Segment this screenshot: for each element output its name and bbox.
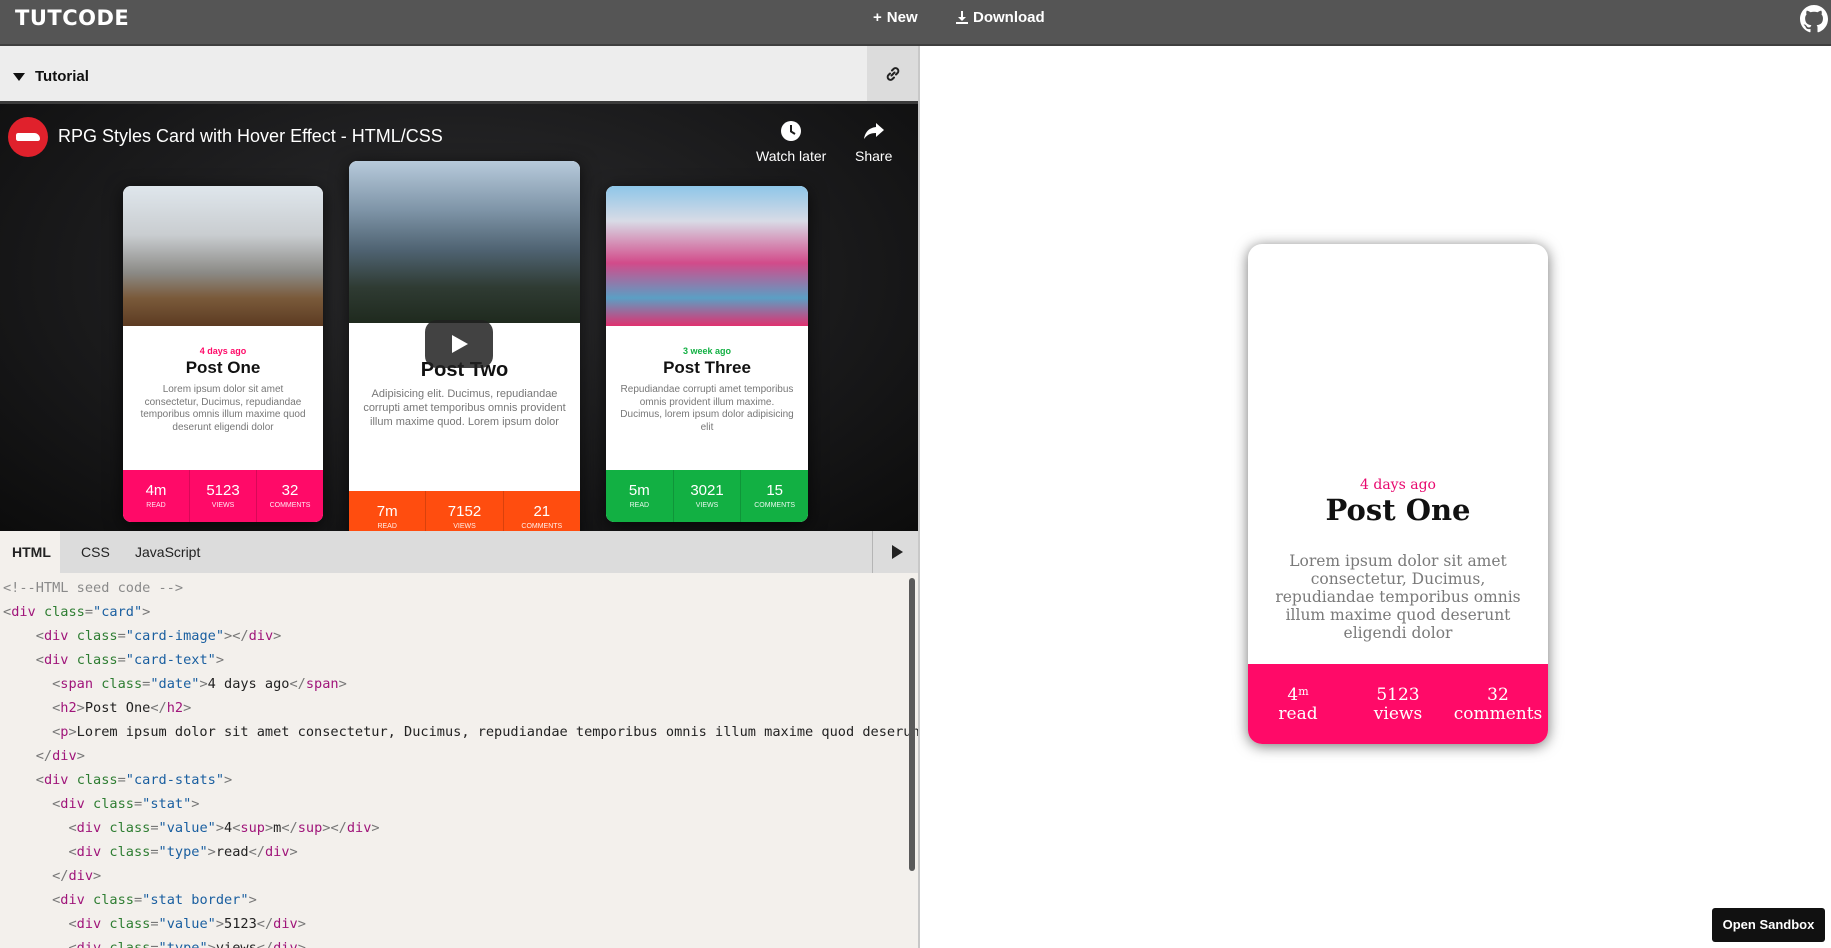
stat: 5123 Views	[189, 470, 256, 522]
video-embed[interactable]: RPG Styles Card with Hover Effect - HTML…	[0, 104, 918, 531]
tab-css[interactable]: CSS	[69, 531, 122, 573]
card-text: Adipisicing elit. Ducimus, repudiandae c…	[363, 388, 566, 428]
tutorial-label: Tutorial	[35, 68, 89, 85]
download-button-label: Download	[973, 9, 1045, 26]
editor-tabs: HTML CSS JavaScript	[0, 531, 918, 573]
stat: 32 Comments	[256, 470, 323, 522]
plus-icon: +	[873, 9, 882, 26]
code-line: <!--HTML seed code -->	[3, 580, 184, 596]
stat-value: 32	[1487, 685, 1509, 705]
stat: 4m Read	[145, 482, 167, 509]
stat-value: 5123	[1376, 685, 1420, 705]
stat-read: 4m read	[1248, 664, 1348, 744]
card-text: Lorem ipsum dolor sit amet consectetur, …	[140, 384, 306, 433]
card-title: Post One	[185, 358, 261, 377]
card-stats: 4m Read 5123 Views 32 Comments	[123, 470, 323, 522]
editor-scrollbar[interactable]	[909, 578, 915, 871]
download-icon	[956, 11, 968, 24]
new-button[interactable]: + New	[873, 9, 918, 26]
card-date: 4 days ago	[199, 346, 247, 356]
card-stats: 4m read 5123 views 32 comments	[1248, 664, 1548, 744]
code-line: <div class="stat border">	[52, 892, 257, 908]
stat: 5m Read	[628, 482, 650, 509]
preview-pane: 4 days ago Post One Lorem ipsum dolor si…	[918, 46, 1831, 948]
card-title: Post Three	[663, 358, 751, 377]
stat-value: 4m	[1287, 685, 1309, 705]
code-line: <div class="card-image"></div>	[35, 628, 282, 644]
stat-type: views	[1373, 704, 1423, 724]
download-button[interactable]: Download	[956, 9, 1045, 26]
stat: 21 Comments	[502, 491, 580, 531]
code-line: <div class="value">4<sup>m</sup></div>	[68, 820, 380, 836]
stat-comments: 32 comments	[1448, 664, 1548, 744]
caret-down-icon	[13, 72, 25, 81]
share-label: Share	[855, 148, 893, 164]
code-line: <p>Lorem ipsum dolor sit amet consectetu…	[52, 724, 918, 740]
skyscraper-image	[349, 161, 580, 323]
card-date: 3 week ago	[682, 346, 732, 356]
code-line: <div class="card-stats">	[35, 772, 233, 788]
code-line: <span class="date">4 days ago</span>	[52, 676, 347, 692]
card-date: 4 days ago	[1360, 477, 1436, 493]
preview-card[interactable]: 4 days ago Post One Lorem ipsum dolor si…	[1248, 244, 1548, 744]
code-line: <div class="card">	[3, 604, 151, 620]
top-bar: TUTCODE + New Download	[0, 0, 1831, 46]
share-button[interactable]: Share	[855, 120, 892, 164]
open-sandbox-button[interactable]: Open Sandbox	[1712, 908, 1825, 942]
share-icon	[863, 123, 884, 139]
code-line: <div class="type">read</div>	[68, 844, 298, 860]
video-title[interactable]: RPG Styles Card with Hover Effect - HTML…	[58, 126, 443, 147]
stat: 7152 Views	[425, 491, 502, 531]
stat: 7m Read	[376, 503, 398, 530]
card-title: Post One	[1325, 493, 1471, 527]
code-line: <div class="value">5123</div>	[68, 916, 306, 932]
city-image	[123, 186, 323, 326]
stat: 3021 Views	[672, 470, 741, 522]
clock-icon	[781, 121, 802, 141]
tutorial-toggle[interactable]: Tutorial	[13, 68, 89, 85]
card-text: Repudiandae corrupti amet temporibus omn…	[620, 384, 794, 433]
code-editor[interactable]: <!--HTML seed code --> <div class="card"…	[0, 573, 918, 948]
left-pane: Tutorial RPG Styles Card with Hover Effe…	[0, 46, 918, 948]
watch-later-label: Watch later	[756, 148, 827, 164]
street-image	[606, 186, 808, 326]
code-line: <div class="type">views</div>	[68, 940, 306, 948]
card-stats: 7m Read 7152 Views 21 Comments	[349, 491, 580, 531]
brand-logo[interactable]: TUTCODE	[15, 6, 129, 30]
tab-html[interactable]: HTML	[0, 531, 60, 573]
tab-javascript[interactable]: JavaScript	[123, 531, 212, 573]
code-line: <div class="card-text">	[35, 652, 225, 668]
new-button-label: New	[886, 9, 918, 26]
code-line: </div>	[35, 748, 85, 764]
run-button[interactable]	[872, 531, 918, 573]
video-card-three: 3 week ago Post Three Repudiandae corrup…	[606, 186, 808, 522]
stat: 15 Comments	[740, 470, 808, 522]
code-line: <div class="stat">	[52, 796, 200, 812]
stat-type: comments	[1453, 704, 1543, 724]
play-video-button[interactable]	[425, 320, 493, 368]
code-line: </div>	[52, 868, 102, 884]
link-icon	[886, 66, 899, 81]
github-icon[interactable]	[1800, 5, 1828, 33]
watch-later-button[interactable]: Watch later	[756, 120, 826, 164]
link-button[interactable]	[867, 46, 918, 101]
channel-avatar[interactable]	[8, 117, 48, 157]
stat-type: read	[1278, 704, 1318, 724]
card-text: Lorem ipsum dolor sit amet consectetur, …	[1275, 552, 1521, 642]
card-stats: 5m Read 3021 Views 15 Comments	[606, 470, 808, 522]
code-line: <h2>Post One</h2>	[52, 700, 192, 716]
stat-views: 5123 views	[1348, 664, 1448, 744]
tutorial-bar: Tutorial	[0, 46, 918, 104]
video-card-one: 4 days ago Post One Lorem ipsum dolor si…	[123, 186, 323, 522]
